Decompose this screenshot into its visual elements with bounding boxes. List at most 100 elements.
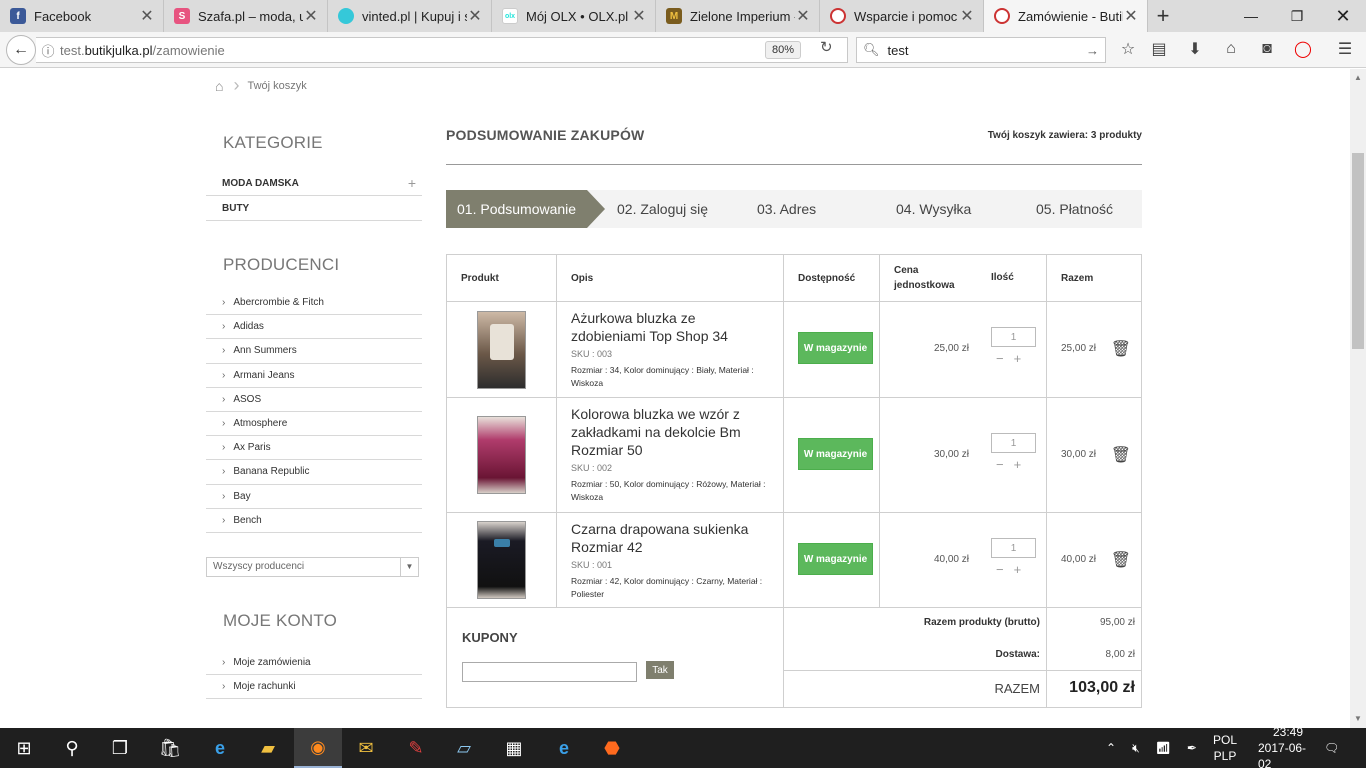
new-tab-button[interactable]: + bbox=[1148, 0, 1178, 32]
paint-icon[interactable]: ✎ bbox=[392, 728, 440, 768]
restore-button[interactable]: ❐ bbox=[1274, 0, 1320, 32]
producers-select[interactable]: Wszyscy producenci ▼ bbox=[206, 556, 419, 577]
task-view-icon[interactable]: ❐ bbox=[96, 728, 144, 768]
search-icon[interactable]: ⚲ bbox=[48, 728, 96, 768]
step-login[interactable]: 02. Zaloguj się bbox=[617, 190, 757, 228]
scroll-down-icon[interactable]: ▼ bbox=[1350, 712, 1366, 726]
quantity-stepper[interactable]: −+ bbox=[996, 562, 1031, 577]
search-input[interactable]: test bbox=[888, 43, 909, 58]
menu-icon[interactable]: ☰ bbox=[1334, 38, 1356, 60]
producer-item[interactable]: › Armani Jeans bbox=[206, 364, 422, 388]
pocket-icon[interactable]: ◙ bbox=[1256, 38, 1278, 60]
trash-icon[interactable]: 🗑︎ bbox=[1111, 339, 1131, 359]
producer-item[interactable]: › Bay bbox=[206, 485, 422, 509]
producer-item[interactable]: › Abercrombie & Fitch bbox=[206, 291, 422, 316]
back-button[interactable]: ← bbox=[6, 35, 36, 65]
home-icon[interactable]: ⌂ bbox=[1220, 38, 1242, 60]
product-name[interactable]: Kolorowa bluzka we wzór z zakładkami na … bbox=[571, 405, 773, 459]
plus-icon[interactable]: + bbox=[408, 175, 416, 191]
producer-item[interactable]: › Atmosphere bbox=[206, 412, 422, 437]
product-image[interactable] bbox=[477, 521, 526, 599]
firefox-icon[interactable]: ◉ bbox=[294, 728, 342, 768]
step-shipping[interactable]: 04. Wysyłka bbox=[896, 190, 1036, 228]
close-icon[interactable]: ✕ bbox=[303, 6, 319, 26]
wifi-icon[interactable]: 📶︎ bbox=[1156, 741, 1171, 755]
step-summary[interactable]: 01. Podsumowanie bbox=[446, 190, 605, 228]
downloads-icon[interactable]: ⬇ bbox=[1184, 38, 1206, 60]
close-icon[interactable]: ✕ bbox=[795, 6, 811, 26]
chevron-right-icon: › bbox=[222, 466, 226, 478]
coupon-input[interactable] bbox=[462, 662, 637, 682]
clock[interactable]: 23:49 2017-06-02 bbox=[1258, 725, 1318, 771]
close-window-button[interactable]: ✕ bbox=[1320, 0, 1366, 32]
tab-szafa[interactable]: S Szafa.pl – moda, ub ✕ bbox=[164, 0, 328, 32]
tab-olx[interactable]: olx Mój OLX • OLX.pl ✕ bbox=[492, 0, 656, 32]
product-name[interactable]: Ażurkowa bluzka ze zdobieniami Top Shop … bbox=[571, 309, 773, 345]
quantity-stepper[interactable]: −+ bbox=[996, 457, 1031, 472]
pen-icon[interactable]: ✒ bbox=[1187, 741, 1197, 755]
tab-facebook[interactable]: f Facebook ✕ bbox=[0, 0, 164, 32]
sidebar-item-moda-damska[interactable]: MODA DAMSKA + bbox=[206, 171, 422, 196]
trash-icon[interactable]: 🗑︎ bbox=[1111, 550, 1131, 570]
product-name[interactable]: Czarna drapowana sukienka Rozmiar 42 bbox=[571, 520, 773, 556]
quantity-stepper[interactable]: −+ bbox=[996, 351, 1031, 366]
sidebar-item-buty[interactable]: BUTY bbox=[206, 196, 422, 221]
close-icon[interactable]: ✕ bbox=[631, 6, 647, 26]
store-icon[interactable]: 🛍︎ bbox=[146, 728, 194, 768]
producer-item[interactable]: › Banana Republic bbox=[206, 460, 422, 485]
close-icon[interactable]: ✕ bbox=[959, 6, 975, 26]
url-bar[interactable]: ⓘ test.butikjulka.pl/zamowienie bbox=[36, 37, 848, 63]
opera-app-icon[interactable]: ⬣ bbox=[588, 728, 636, 768]
tab-zamowienie[interactable]: Zamówienie - Butik ✕ bbox=[984, 0, 1148, 32]
apply-coupon-button[interactable]: Tak bbox=[646, 661, 674, 679]
reload-icon[interactable]: ↻ bbox=[820, 38, 833, 56]
quantity-input[interactable]: 1 bbox=[991, 538, 1036, 558]
account-link-orders[interactable]: › Moje zamówienia bbox=[206, 651, 422, 676]
producer-item[interactable]: › Adidas bbox=[206, 315, 422, 340]
tab-vinted[interactable]: vinted.pl | Kupuj i sp ✕ bbox=[328, 0, 492, 32]
cart-header-row: Produkt Opis Dostępność Cena jednostkowa … bbox=[447, 255, 1141, 302]
support-icon bbox=[830, 8, 846, 24]
notifications-icon[interactable]: 🗨︎ bbox=[1324, 728, 1339, 768]
tab-zielone-imperium[interactable]: M Zielone Imperium - ✕ bbox=[656, 0, 820, 32]
info-icon[interactable]: ⓘ bbox=[36, 41, 60, 60]
quantity-input[interactable]: 1 bbox=[991, 433, 1036, 453]
product-image[interactable] bbox=[477, 416, 526, 494]
reading-list-icon[interactable]: ▤ bbox=[1148, 38, 1170, 60]
zoom-indicator[interactable]: 80% bbox=[765, 41, 802, 59]
search-bar[interactable]: 🔍︎ test → bbox=[856, 37, 1106, 63]
opera-icon[interactable]: ◯ bbox=[1292, 38, 1314, 60]
home-icon[interactable]: ⌂ bbox=[215, 78, 223, 94]
volume-muted-icon[interactable]: 🔇︎ bbox=[1132, 741, 1140, 756]
search-go-icon[interactable]: → bbox=[1086, 43, 1099, 58]
producer-item[interactable]: › Ax Paris bbox=[206, 436, 422, 461]
scroll-up-icon[interactable]: ▲ bbox=[1350, 71, 1366, 85]
producer-item[interactable]: › Ann Summers bbox=[206, 339, 422, 364]
minimize-button[interactable]: — bbox=[1228, 0, 1274, 32]
trash-icon[interactable]: 🗑︎ bbox=[1111, 445, 1131, 465]
mail-icon[interactable]: ✉ bbox=[342, 728, 390, 768]
quantity-input[interactable]: 1 bbox=[991, 327, 1036, 347]
close-icon[interactable]: ✕ bbox=[139, 6, 155, 26]
language-indicator[interactable]: POL PLP bbox=[1213, 728, 1237, 768]
step-address[interactable]: 03. Adres bbox=[757, 190, 896, 228]
internet-explorer-icon[interactable]: e bbox=[196, 728, 244, 768]
bookmark-star-icon[interactable]: ☆ bbox=[1117, 38, 1139, 60]
page-scrollbar[interactable]: ▲ ▼ bbox=[1350, 69, 1366, 728]
windows-start-icon[interactable]: ⊞ bbox=[0, 728, 48, 768]
producer-item[interactable]: › Bench bbox=[206, 509, 422, 533]
product-image[interactable] bbox=[477, 311, 526, 389]
notes-icon[interactable]: ▱ bbox=[440, 728, 488, 768]
step-payment[interactable]: 05. Płatność bbox=[1036, 190, 1113, 228]
close-icon[interactable]: ✕ bbox=[1123, 6, 1139, 26]
tab-wsparcie[interactable]: Wsparcie i pomoc u ✕ bbox=[820, 0, 984, 32]
search-icon: 🔍︎ bbox=[863, 42, 880, 57]
account-link-invoices[interactable]: › Moje rachunki bbox=[206, 675, 422, 700]
chevron-up-icon[interactable]: ⌃ bbox=[1106, 741, 1116, 755]
file-explorer-icon[interactable]: ▰ bbox=[244, 728, 292, 768]
edge-icon[interactable]: e bbox=[540, 728, 588, 768]
close-icon[interactable]: ✕ bbox=[467, 6, 483, 26]
calculator-icon[interactable]: ▦ bbox=[490, 728, 538, 768]
scrollbar-thumb[interactable] bbox=[1352, 153, 1364, 349]
producer-item[interactable]: › ASOS bbox=[206, 388, 422, 412]
